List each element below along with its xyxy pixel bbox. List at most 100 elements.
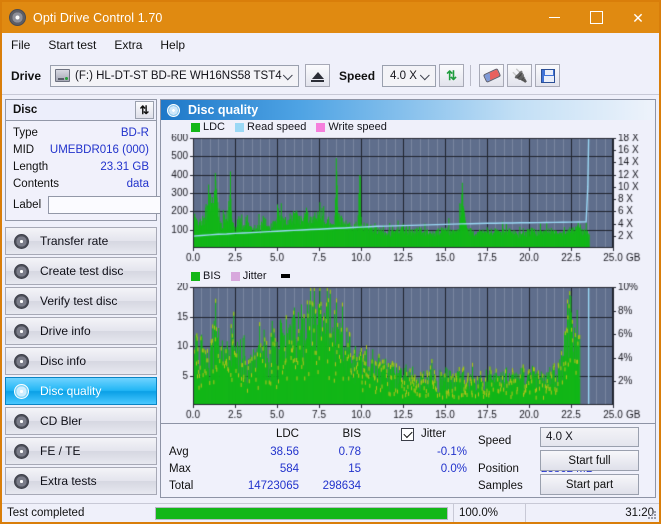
stats-max-ldc: 584 xyxy=(279,463,299,475)
test-speed-select[interactable]: 4.0 X xyxy=(540,427,639,447)
legend-item-read-speed: Read speed xyxy=(235,121,306,133)
disc-refresh-button[interactable]: ⇅ xyxy=(135,101,154,119)
sidebar-item-label: Disc quality xyxy=(40,384,102,398)
sidebar-item-disc-quality[interactable]: Disc quality xyxy=(5,377,157,405)
stats-avg-ldc: 38.56 xyxy=(270,446,299,458)
sidebar-item-create-test-disc[interactable]: Create test disc xyxy=(5,257,157,285)
disc-row-contents: Contents data xyxy=(6,175,156,192)
sidebar-item-label: Disc info xyxy=(40,354,87,368)
drive-icon xyxy=(55,69,71,82)
disc-icon xyxy=(14,473,29,489)
sidebar-item-disc-info[interactable]: Disc info xyxy=(5,347,157,375)
menu-item-start-test[interactable]: Start test xyxy=(48,36,105,54)
stats-header-ldc: LDC xyxy=(275,428,299,440)
progress-percent: 100.0% xyxy=(453,503,525,522)
speed-select[interactable]: 4.0 X xyxy=(382,64,437,87)
drive-select[interactable]: (F:) HL-DT-ST BD-RE WH16NS58 TST4 xyxy=(50,64,300,87)
ldc-plot[interactable] xyxy=(161,134,655,266)
ldc-plot-canvas[interactable] xyxy=(161,134,655,266)
panel-header: Disc quality xyxy=(161,100,655,120)
start-full-button[interactable]: Start full xyxy=(540,450,639,471)
sidebar-item-extra-tests[interactable]: Extra tests xyxy=(5,467,157,495)
disc-row-value: BD-R xyxy=(120,126,149,139)
disc-info-panel: Disc ⇅ Type BD-R MID UMEBDR016 (000) Len… xyxy=(5,99,254,221)
app-icon xyxy=(9,9,26,26)
stats-total-bis: 298634 xyxy=(322,480,361,492)
bis-plot[interactable] xyxy=(161,283,655,423)
stats-header-jitter: Jitter xyxy=(421,428,446,440)
menu-item-help[interactable]: Help xyxy=(160,36,194,54)
progress-track xyxy=(155,506,448,520)
page-title: Disc quality xyxy=(188,103,259,117)
plug-button[interactable]: 🔌 xyxy=(507,64,533,87)
sidebar-item-label: Drive info xyxy=(40,324,91,338)
stats-avg-jitter: -0.1% xyxy=(436,446,467,458)
drive-toolbar: Drive (F:) HL-DT-ST BD-RE WH16NS58 TST4 … xyxy=(2,57,659,95)
menu-bar: File Start test Extra Help xyxy=(2,33,659,57)
legend-label: LDC xyxy=(203,121,226,133)
disc-row-value: UMEBDR016 (000) xyxy=(49,143,149,156)
menu-item-extra[interactable]: Extra xyxy=(114,36,151,54)
legend-swatch-icon xyxy=(191,271,200,281)
app-window: Opti Drive Control 1.70 ✕ File Start tes… xyxy=(0,0,661,524)
disc-row-length: Length 23.31 GB xyxy=(6,158,156,175)
title-bar: Opti Drive Control 1.70 ✕ xyxy=(2,2,659,33)
ldc-chart-legend: LDC Read speed Write speed xyxy=(161,120,655,134)
stats-avg-bis: 0.78 xyxy=(338,446,361,458)
sidebar-item-drive-info[interactable]: Drive info xyxy=(5,317,157,345)
sidebar-item-verify-test-disc[interactable]: Verify test disc xyxy=(5,287,157,315)
disc-row-mid: MID UMEBDR016 (000) xyxy=(6,141,156,158)
speed-label: Speed xyxy=(339,68,376,83)
ldc-chart-block: LDC Read speed Write speed xyxy=(161,120,655,266)
legend-swatch-icon xyxy=(191,122,200,132)
sidebar-item-label: Transfer rate xyxy=(40,234,109,248)
disc-icon xyxy=(14,413,29,429)
legend-label: Jitter xyxy=(242,270,267,282)
close-icon[interactable]: ✕ xyxy=(617,2,659,33)
legend-label: Write speed xyxy=(328,121,387,133)
eject-button[interactable] xyxy=(305,64,331,87)
disc-panel-title: Disc xyxy=(13,104,38,116)
eject-icon xyxy=(311,71,324,79)
stats-row-label-avg: Avg xyxy=(169,446,189,458)
maximize-icon[interactable] xyxy=(575,2,617,33)
stats-row-label-max: Max xyxy=(169,463,191,475)
elapsed-time: 31:20 xyxy=(525,503,659,522)
bis-plot-canvas[interactable] xyxy=(161,283,655,423)
sidebar-item-label: Create test disc xyxy=(40,264,124,278)
label-field-label: Label xyxy=(13,199,42,211)
legend-marker-icon xyxy=(280,274,290,278)
bis-chart-block: BIS Jitter xyxy=(161,269,655,423)
disc-row-value: 23.31 GB xyxy=(100,160,149,173)
erase-button[interactable] xyxy=(479,64,505,87)
stats-header-bis: BIS xyxy=(342,428,361,440)
sidebar-item-transfer-rate[interactable]: Transfer rate xyxy=(5,227,157,255)
disc-icon xyxy=(14,353,29,369)
statistics-panel: LDC BIS Jitter Avg Max Total 38.56 584 1… xyxy=(161,423,655,497)
legend-item-write-speed: Write speed xyxy=(316,121,387,133)
main-panel: Disc quality LDC Read speed Write speed … xyxy=(160,95,659,498)
legend-item-ldc: LDC xyxy=(191,121,225,133)
disc-icon xyxy=(14,323,29,339)
samples-stat-label: Samples xyxy=(478,480,523,492)
jitter-checkbox[interactable] xyxy=(401,428,414,441)
disc-icon xyxy=(14,443,29,459)
save-button[interactable] xyxy=(535,64,561,87)
sidebar-item-fe-te[interactable]: FE / TE xyxy=(5,437,157,465)
disc-icon xyxy=(14,263,29,279)
sidebar-item-cd-bler[interactable]: CD Bler xyxy=(5,407,157,435)
minimize-icon[interactable] xyxy=(533,2,575,33)
progress-fill xyxy=(156,507,447,519)
disc-icon xyxy=(14,383,29,399)
resize-grip-icon[interactable] xyxy=(647,510,657,520)
sidebar-item-label: FE / TE xyxy=(40,444,81,458)
save-icon xyxy=(540,68,555,83)
progress-bar xyxy=(150,504,453,523)
status-bar: Test completed 100.0% 31:20 xyxy=(2,503,659,522)
disc-icon xyxy=(14,233,29,249)
speed-stat-label: Speed xyxy=(478,435,512,447)
disc-row-value: data xyxy=(126,177,149,190)
menu-item-file[interactable]: File xyxy=(11,36,39,54)
start-part-button[interactable]: Start part xyxy=(540,474,639,495)
refresh-button[interactable]: ⇅ xyxy=(439,64,465,87)
